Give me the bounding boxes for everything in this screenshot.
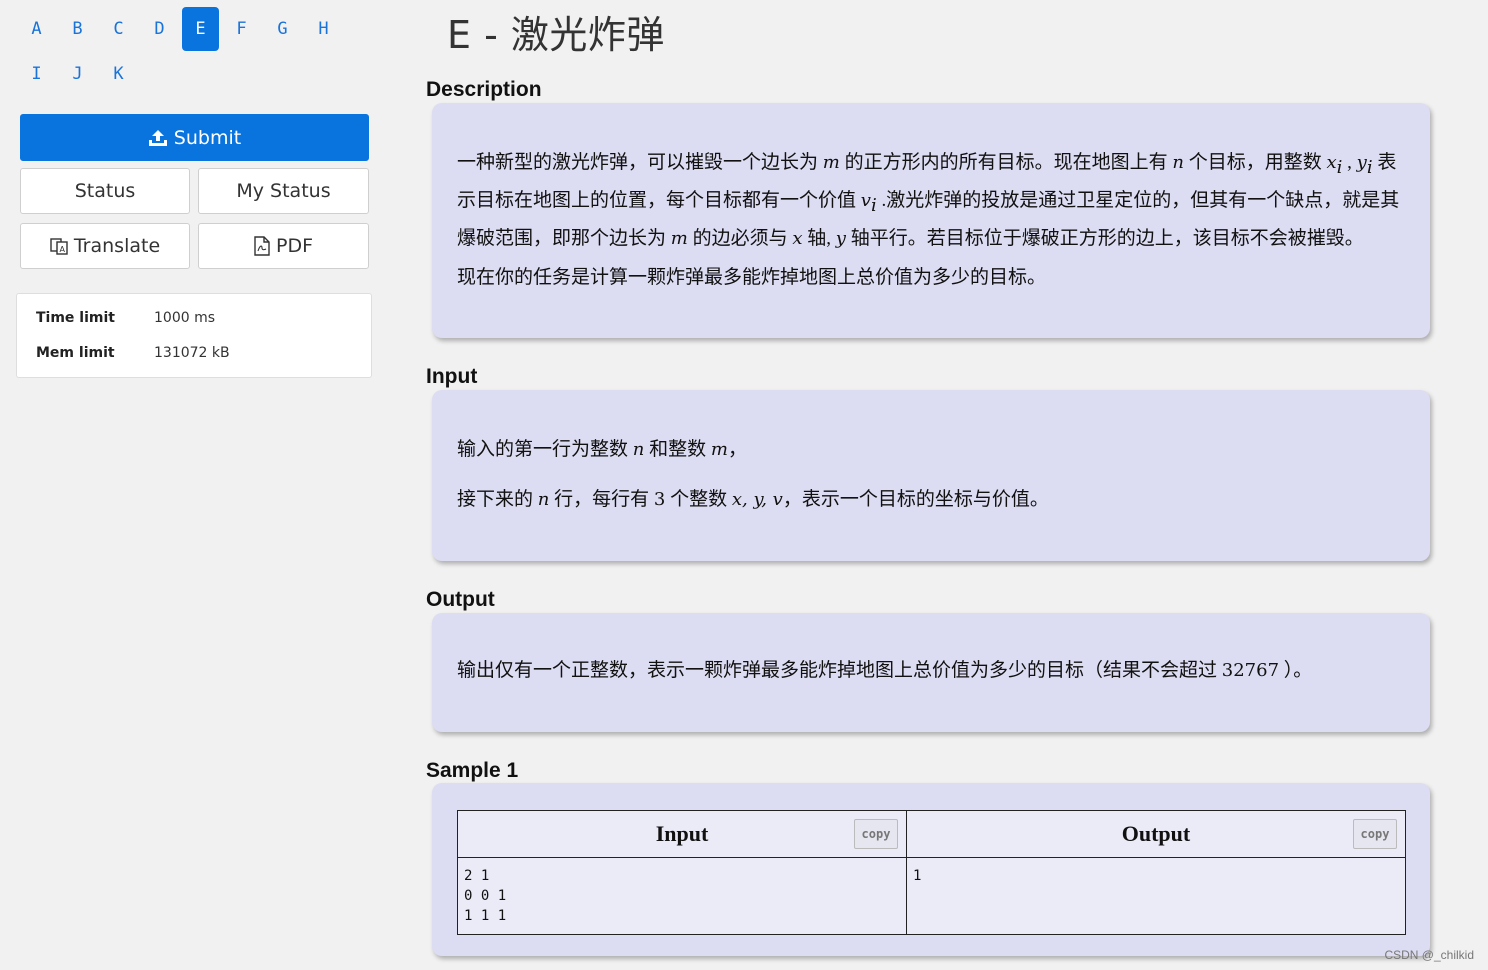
sample-card: Input copy Output copy 2 1 0 0 1 1 1 1 1	[432, 783, 1430, 956]
math-var: x	[1326, 152, 1337, 173]
input-card: 输入的第一行为整数 n 和整数 m， 接下来的 n 行，每行有 3 个整数 x,…	[432, 390, 1430, 561]
limits-panel: Time limit 1000 ms Mem limit 131072 kB	[16, 293, 372, 378]
mem-limit-label: Mem limit	[36, 345, 115, 361]
watermark: CSDN @_chilkid	[1384, 948, 1474, 962]
sample-input-header: Input copy	[457, 810, 907, 858]
problem-link-g[interactable]: G	[264, 7, 301, 51]
text-span: ,	[1342, 152, 1357, 173]
text-span: 的边必须与	[687, 227, 793, 249]
problem-link-i[interactable]: I	[18, 52, 55, 96]
input-paragraph-1: 输入的第一行为整数 n 和整数 m，	[457, 433, 1400, 466]
time-limit-row: Time limit 1000 ms	[36, 310, 215, 326]
sample-output-header: Output copy	[906, 810, 1406, 858]
text-span: 个整数	[665, 489, 732, 510]
text-span: ，	[727, 439, 747, 460]
text-span: 行，每行有	[549, 489, 654, 510]
description-paragraph-2: 现在你的任务是计算一颗炸弹最多能炸掉地图上总价值为多少的目标。	[457, 267, 1047, 288]
translate-button[interactable]: A Translate	[20, 223, 190, 269]
text-span: 接下来的	[457, 489, 538, 510]
problem-letter-nav: ABCDEFGH IJK	[18, 7, 358, 97]
description-paragraph-1: 一种新型的激光炸弹，可以摧毁一个边长为 m 的正方形内的所有目标。现在地图上有 …	[457, 146, 1400, 255]
text-span: 一种新型的激光炸弹，可以摧毁一个边长为	[457, 152, 823, 173]
math-var: n	[1172, 152, 1184, 173]
status-button[interactable]: Status	[20, 168, 190, 214]
translate-label: Translate	[73, 235, 161, 257]
pdf-button[interactable]: PDF	[198, 223, 369, 269]
upload-icon	[148, 129, 168, 147]
svg-text:A: A	[59, 245, 65, 254]
copy-output-button[interactable]: copy	[1353, 819, 1397, 849]
math-var: m	[670, 227, 688, 249]
time-limit-label: Time limit	[36, 310, 115, 326]
math-var: v	[860, 189, 871, 211]
translate-icon: A	[50, 237, 68, 255]
mem-limit-value: 131072 kB	[154, 345, 230, 361]
sample-data-row: 2 1 0 0 1 1 1 1 1	[457, 857, 1406, 935]
problem-link-h[interactable]: H	[305, 7, 342, 51]
pdf-file-icon	[254, 236, 270, 256]
my-status-button[interactable]: My Status	[198, 168, 369, 214]
output-heading: Output	[426, 588, 495, 611]
submit-button[interactable]: Submit	[20, 114, 369, 161]
submit-label: Submit	[173, 126, 242, 149]
pdf-label: PDF	[275, 235, 314, 257]
input-paragraph-2: 接下来的 n 行，每行有 3 个整数 x, y, v，表示一个目标的坐标与价值。	[457, 483, 1400, 516]
text-span: 输出仅有一个正整数，表示一颗炸弹最多能炸掉地图上总价值为多少的目标（结果不会超过	[457, 660, 1222, 681]
sample-input-data: 2 1 0 0 1 1 1 1	[457, 857, 907, 935]
description-heading: Description	[426, 78, 542, 101]
output-card: 输出仅有一个正整数，表示一颗炸弹最多能炸掉地图上总价值为多少的目标（结果不会超过…	[432, 613, 1430, 732]
status-label: Status	[74, 180, 136, 202]
math-var: x, y, v	[731, 489, 783, 510]
problem-link-a[interactable]: A	[18, 7, 55, 51]
sample-heading: Sample 1	[426, 759, 519, 782]
sample-input-header-label: Input	[655, 821, 709, 846]
time-limit-value: 1000 ms	[154, 310, 216, 326]
my-status-label: My Status	[236, 180, 331, 202]
text-span: 轴平行。若目标位于爆破正方形的边上，该目标不会被摧毁。	[845, 227, 1364, 249]
math-var: n	[537, 489, 550, 510]
left-sidebar: ABCDEFGHIJK Submit Status My Status A Tr…	[0, 0, 400, 970]
math-number: 32767	[1221, 660, 1280, 681]
problem-link-e[interactable]: E	[182, 7, 219, 51]
math-var: x	[792, 227, 803, 249]
output-paragraph-1: 输出仅有一个正整数，表示一颗炸弹最多能炸掉地图上总价值为多少的目标（结果不会超过…	[457, 654, 1400, 687]
math-var: y	[835, 227, 846, 249]
text-span: 输入的第一行为整数	[457, 439, 633, 460]
text-span: 个目标，用整数	[1183, 152, 1327, 173]
sample-header-row: Input copy Output copy	[457, 810, 1406, 858]
mem-limit-row: Mem limit 131072 kB	[36, 345, 230, 361]
text-span: 和整数	[644, 439, 711, 460]
problem-link-f[interactable]: F	[223, 7, 260, 51]
math-var: m	[822, 152, 840, 173]
text-span: 轴,	[802, 227, 836, 249]
problem-link-d[interactable]: D	[141, 7, 178, 51]
page-title: E - 激光炸弹	[447, 13, 665, 57]
problem-link-k[interactable]: K	[100, 52, 137, 96]
sample-table: Input copy Output copy 2 1 0 0 1 1 1 1 1	[457, 810, 1406, 935]
problem-link-b[interactable]: B	[59, 7, 96, 51]
math-var: y	[1356, 152, 1367, 173]
sample-output-header-label: Output	[1121, 821, 1191, 846]
problem-link-j[interactable]: J	[59, 52, 96, 96]
problem-link-c[interactable]: C	[100, 7, 137, 51]
text-span: ）。	[1279, 660, 1313, 681]
description-card: 一种新型的激光炸弹，可以摧毁一个边长为 m 的正方形内的所有目标。现在地图上有 …	[432, 103, 1430, 338]
text-span: ，表示一个目标的坐标与价值。	[782, 489, 1049, 510]
text-span: 的正方形内的所有目标。现在地图上有	[839, 152, 1173, 173]
input-heading: Input	[426, 365, 478, 388]
math-var: n	[632, 439, 645, 460]
copy-input-button[interactable]: copy	[854, 819, 898, 849]
math-var: m	[710, 439, 728, 460]
math-number: 3	[653, 489, 666, 510]
sample-output-data: 1	[906, 857, 1406, 935]
